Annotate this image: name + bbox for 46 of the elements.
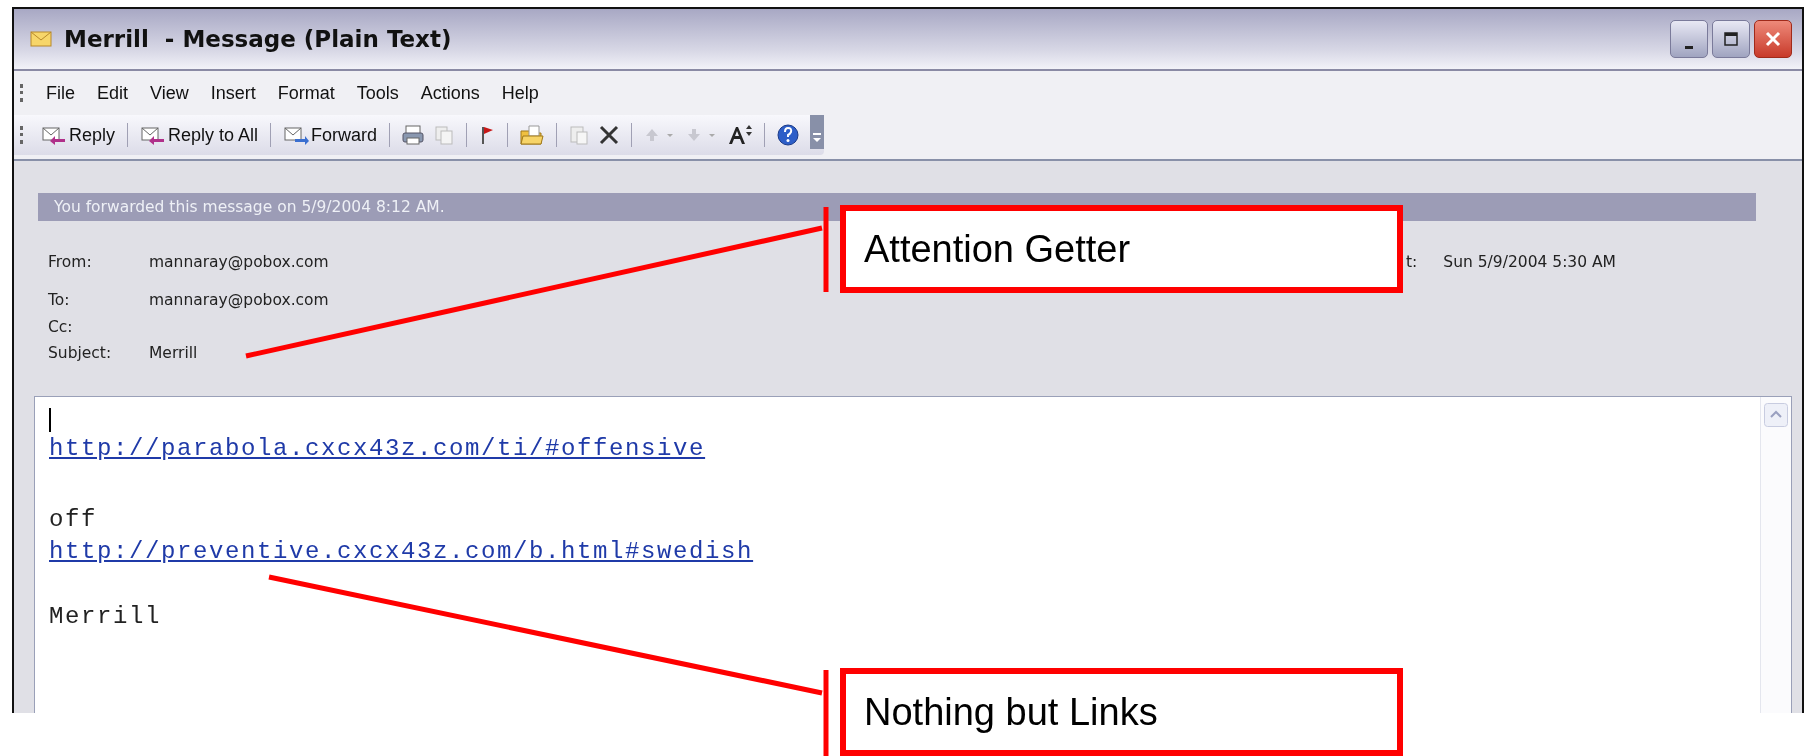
envelope-arrow-icon xyxy=(283,125,310,145)
scrollbar[interactable] xyxy=(1760,397,1791,713)
body-text: off xyxy=(49,506,97,533)
reply-all-button[interactable]: Reply to All xyxy=(135,120,264,150)
envelope-icon xyxy=(30,31,52,47)
scroll-up-button[interactable] xyxy=(1764,403,1788,427)
reply-button[interactable]: Reply xyxy=(36,120,121,150)
field-value: mannaray@pobox.com xyxy=(149,290,329,309)
menu-item[interactable]: Edit xyxy=(87,78,141,108)
font-size-icon[interactable] xyxy=(727,123,754,147)
field-label: Cc: xyxy=(47,318,74,336)
window-title: Merrill - Message (Plain Text) xyxy=(64,26,452,52)
folder-icon[interactable] xyxy=(519,124,546,146)
link[interactable]: http://parabola.cxcx43z.com/ti/#offensive xyxy=(49,435,706,462)
close-button[interactable] xyxy=(1754,20,1792,58)
grip-icon xyxy=(20,84,26,102)
field-value: mannaray@pobox.com xyxy=(149,252,329,271)
field-label: Subject: xyxy=(47,344,113,362)
maximize-icon xyxy=(1723,31,1739,47)
menu-item[interactable]: Insert xyxy=(200,78,268,108)
menu-item[interactable]: Format xyxy=(267,78,347,108)
field-label: From: xyxy=(47,252,93,271)
callout-label: Nothing but Links xyxy=(840,668,1403,756)
maximize-button[interactable] xyxy=(1712,20,1750,58)
menu-item[interactable]: File xyxy=(36,78,87,108)
menu-item[interactable]: Actions xyxy=(410,78,492,108)
body-text: Merrill xyxy=(49,603,162,630)
delete-icon[interactable] xyxy=(598,124,621,146)
menu-item[interactable]: Help xyxy=(491,78,551,108)
field-label: To: xyxy=(47,290,71,309)
grip-icon xyxy=(20,126,26,144)
field-value: Sun 5/9/2004 5:30 AM xyxy=(1443,252,1616,271)
text-cursor xyxy=(49,407,51,432)
callout-label: Attention Getter xyxy=(840,205,1403,293)
printer-icon[interactable] xyxy=(401,124,426,146)
field-value: Merrill xyxy=(149,344,198,362)
envelope-arrow-icon xyxy=(41,125,67,145)
forward-button[interactable]: Forward xyxy=(278,120,383,150)
help-icon[interactable] xyxy=(776,123,801,147)
menu-item[interactable]: View xyxy=(140,78,201,108)
field-label: t: xyxy=(1406,252,1418,271)
minimize-icon xyxy=(1685,45,1693,49)
envelope-arrow-icon xyxy=(140,125,167,145)
close-icon xyxy=(1764,30,1782,48)
link[interactable]: http://preventive.cxcx43z.com/b.html#swedish xyxy=(49,538,754,565)
menu-item[interactable]: Tools xyxy=(346,78,411,108)
